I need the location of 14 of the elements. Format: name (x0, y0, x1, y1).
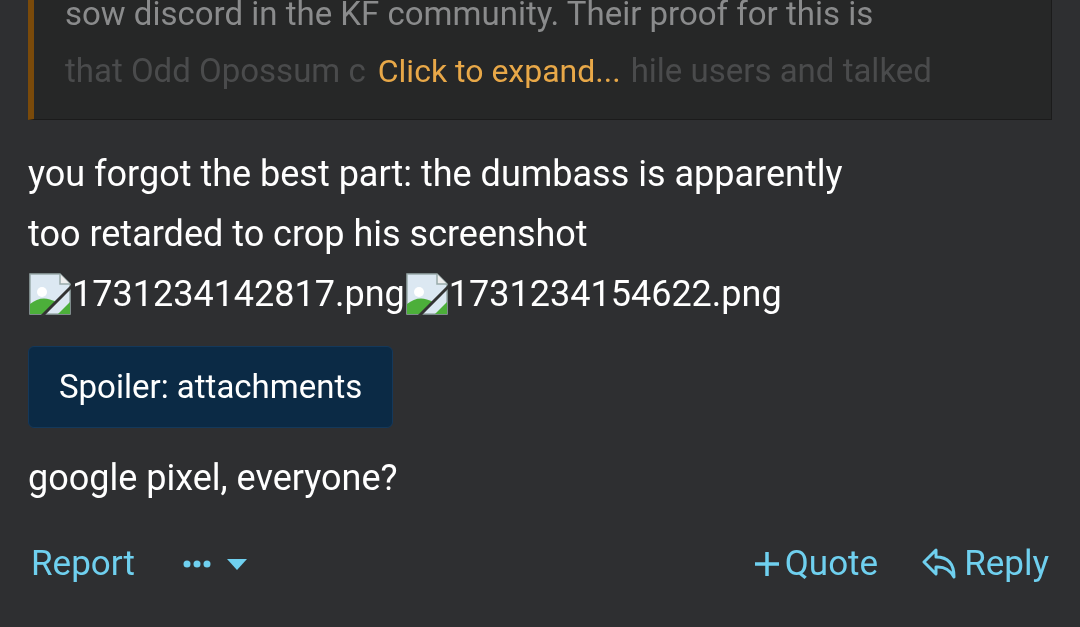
quote-button[interactable]: Quote (752, 538, 879, 591)
message-text: you forgot the best part: the dumbass is apparently (28, 152, 844, 197)
expand-link[interactable]: Click to expand... (377, 46, 621, 95)
report-link[interactable]: Report (31, 538, 135, 591)
reply-button[interactable]: Reply (922, 538, 1049, 591)
attachment-filename: 1731234154622.png (448, 272, 782, 317)
spoiler-button[interactable]: Spoiler: attachments (28, 346, 394, 428)
attachment-filename: 1731234142817.png (72, 272, 405, 317)
plus-icon (752, 550, 781, 579)
message-text: too retarded to crop his screenshot (28, 212, 589, 257)
message-text: google pixel, everyone? (28, 456, 399, 501)
broken-image-icon (404, 272, 449, 316)
quote-text: sow discord in the KF community. Their proof for this is (65, 0, 875, 35)
broken-image-icon (28, 272, 72, 316)
